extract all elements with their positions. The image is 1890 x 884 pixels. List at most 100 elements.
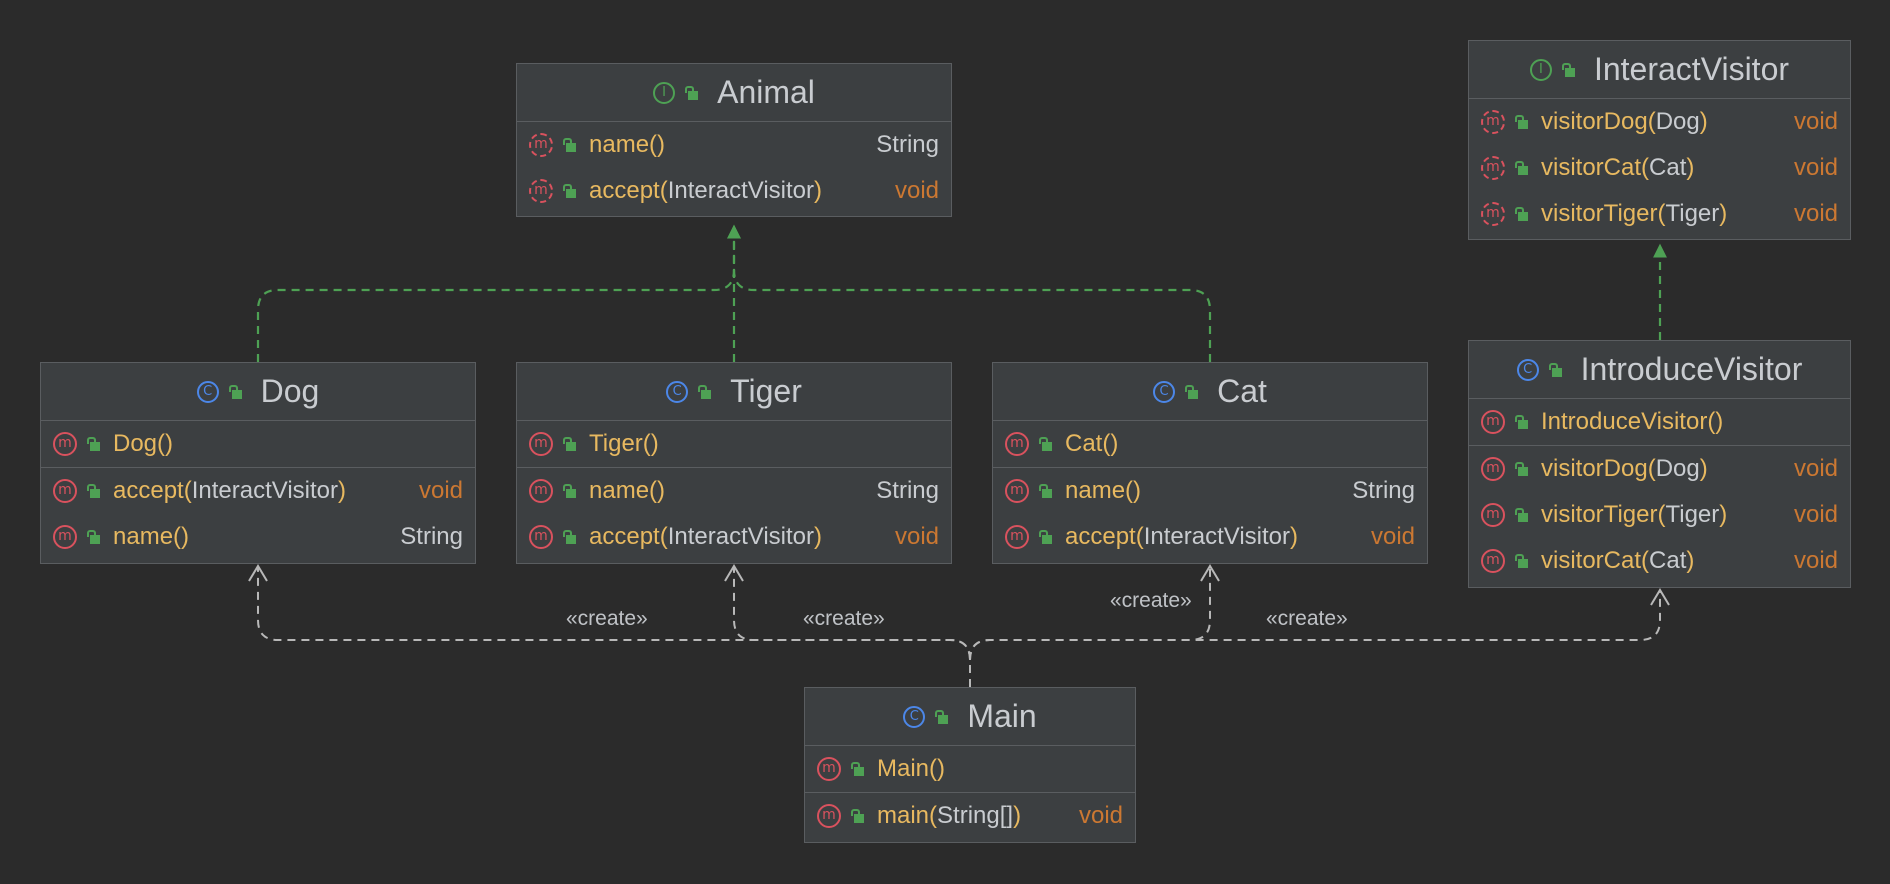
method-name: name (589, 477, 650, 504)
interface-icon: I (653, 81, 676, 104)
method-row[interactable]: m visitorTiger(Tiger) void (1469, 492, 1850, 538)
introducevisitor-class[interactable]: C IntroduceVisitor m IntroduceVisitor() … (1468, 340, 1851, 588)
constructor-row[interactable]: m Main() (805, 746, 1135, 792)
open-paren: ( (659, 177, 668, 204)
cat-class[interactable]: C Cat m Cat() m name() String m accept(I… (992, 362, 1428, 564)
close-paren: ) (1699, 455, 1708, 482)
public-lock-icon (683, 85, 699, 101)
open-paren: ( (1641, 154, 1650, 181)
tiger-constructors: m Tiger() (517, 421, 951, 468)
public-lock-icon (85, 483, 101, 499)
dog-title: Dog (260, 373, 320, 409)
dog-class[interactable]: C Dog m Dog() m accept(InteractVisitor) … (40, 362, 476, 564)
abstract-method-icon: m (529, 179, 553, 203)
return-type: void (1078, 802, 1123, 829)
method-row[interactable]: m main(String[]) void (805, 793, 1135, 839)
param-type: InteractVisitor (191, 477, 339, 504)
return-type: void (1793, 547, 1838, 574)
method-icon: m (529, 479, 553, 503)
method-name: visitorDog (1541, 455, 1648, 482)
constructor-row[interactable]: m Dog() (41, 421, 475, 467)
cat-header: C Cat (993, 363, 1427, 421)
cat-title: Cat (1217, 373, 1267, 409)
method-parens: () (929, 755, 946, 782)
method-name: accept (589, 523, 660, 550)
animal-methods: m name() String m accept(InteractVisitor… (517, 122, 951, 214)
method-row[interactable]: m visitorTiger(Tiger) void (1469, 191, 1850, 237)
method-icon: m (53, 432, 77, 456)
method-name: main (877, 802, 930, 829)
method-name: Tiger (589, 430, 643, 457)
method-row[interactable]: m visitorCat(Cat) void (1469, 538, 1850, 584)
main-title: Main (967, 698, 1037, 734)
animal-interface[interactable]: I Animal m name() String m accept(Intera… (516, 63, 952, 217)
method-parens: () (649, 131, 666, 158)
method-row[interactable]: m visitorCat(Cat) void (1469, 145, 1850, 191)
interface-icon: I (1529, 58, 1552, 81)
cat-methods: m name() String m accept(InteractVisitor… (993, 468, 1427, 560)
cat-constructors: m Cat() (993, 421, 1427, 468)
method-icon: m (817, 757, 841, 781)
public-lock-icon (561, 137, 577, 153)
method-icon: m (1005, 479, 1029, 503)
create-label-cat: «create» (1110, 589, 1192, 612)
method-name: name (589, 131, 650, 158)
close-paren: ) (1686, 154, 1695, 181)
tiger-class[interactable]: C Tiger m Tiger() m name() String m acce… (516, 362, 952, 564)
close-paren: ) (338, 477, 347, 504)
close-paren: ) (814, 177, 823, 204)
method-row[interactable]: m accept(InteractVisitor) void (517, 514, 951, 560)
return-type: void (1793, 501, 1838, 528)
constructor-row[interactable]: m Cat() (993, 421, 1427, 467)
method-name: visitorTiger (1541, 501, 1658, 528)
interactvisitor-header: I InteractVisitor (1469, 41, 1850, 99)
method-parens: () (173, 523, 190, 550)
main-methods: m main(String[]) void (805, 793, 1135, 839)
method-row[interactable]: m accept(InteractVisitor) void (517, 168, 951, 214)
animal-title: Animal (717, 74, 815, 110)
public-lock-icon (227, 384, 243, 400)
public-lock-icon (1513, 114, 1529, 130)
return-type: String (400, 523, 463, 550)
param-type: Cat (1649, 547, 1687, 574)
method-name: Main (877, 755, 930, 782)
tiger-title: Tiger (730, 373, 802, 409)
public-lock-icon (561, 436, 577, 452)
public-lock-icon (1513, 461, 1529, 477)
main-class[interactable]: C Main m Main() m main(String[]) void (804, 687, 1136, 843)
open-paren: ( (1647, 455, 1656, 482)
method-row[interactable]: m name() String (993, 468, 1427, 514)
public-lock-icon (561, 183, 577, 199)
close-paren: ) (1719, 501, 1728, 528)
open-paren: ( (1641, 547, 1650, 574)
open-paren: ( (183, 477, 192, 504)
close-paren: ) (814, 523, 823, 550)
close-paren: ) (1699, 108, 1708, 135)
class-icon: C (903, 705, 926, 728)
public-lock-icon (561, 483, 577, 499)
method-row[interactable]: m name() String (41, 514, 475, 560)
interactvisitor-interface[interactable]: I InteractVisitor m visitorDog(Dog) void… (1468, 40, 1851, 240)
introducevisitor-constructors: m IntroduceVisitor() (1469, 399, 1850, 446)
method-row[interactable]: m visitorDog(Dog) void (1469, 99, 1850, 145)
open-paren: ( (659, 523, 668, 550)
method-parens: () (642, 430, 659, 457)
method-row[interactable]: m name() String (517, 468, 951, 514)
open-paren: ( (1647, 108, 1656, 135)
method-row[interactable]: m accept(InteractVisitor) void (993, 514, 1427, 560)
constructor-row[interactable]: m IntroduceVisitor() (1469, 399, 1850, 445)
method-icon: m (529, 432, 553, 456)
method-row[interactable]: m accept(InteractVisitor) void (41, 468, 475, 514)
method-parens: () (1102, 430, 1119, 457)
return-type: void (1793, 200, 1838, 227)
param-type: InteractVisitor (667, 523, 815, 550)
create-label-dog: «create» (566, 607, 648, 630)
main-header: C Main (805, 688, 1135, 746)
method-row[interactable]: m visitorDog(Dog) void (1469, 446, 1850, 492)
dog-methods: m accept(InteractVisitor) void m name() … (41, 468, 475, 560)
constructor-row[interactable]: m Tiger() (517, 421, 951, 467)
implements-edge-cat (732, 269, 1212, 362)
method-icon: m (1481, 457, 1505, 481)
close-paren: ) (1719, 200, 1728, 227)
method-row[interactable]: m name() String (517, 122, 951, 168)
